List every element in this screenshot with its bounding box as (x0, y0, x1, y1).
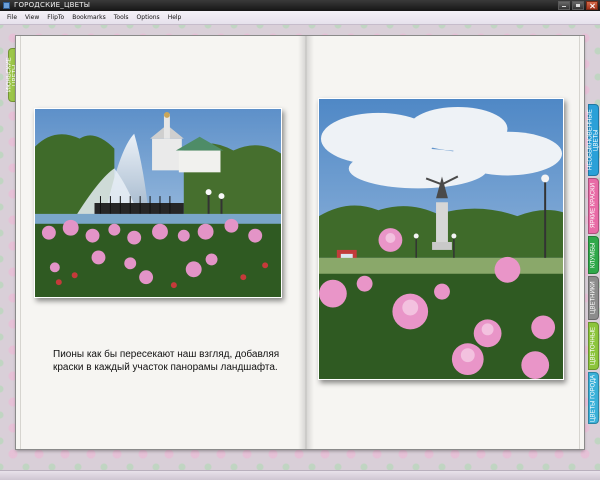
photo-peonies-image (319, 99, 563, 379)
tab-label: ЦВЕТНИКИ (590, 281, 597, 315)
window-title-bar: ГОРОДСКИЕ_ЦВЕТЫ (0, 0, 600, 11)
photo-peonies-monument (318, 98, 564, 380)
minimize-icon[interactable] (558, 1, 570, 10)
menu-help[interactable]: Help (167, 14, 183, 21)
page-caption: Пионы как бы пересекают наш взгляд, доба… (53, 349, 280, 373)
tab-city-flowers[interactable]: ЦВЕТЫ ГОРОДА (588, 372, 599, 424)
menu-bookmarks[interactable]: Bookmarks (71, 14, 107, 21)
status-strip (0, 470, 600, 480)
tab-flower-displays[interactable]: ЦВЕТОЧНЫЕ (588, 322, 599, 370)
tab-label: КЛУМБЫ (590, 242, 597, 268)
close-icon[interactable] (586, 1, 598, 10)
menu-flipto[interactable]: FlipTo (46, 14, 65, 21)
menu-bar: File View FlipTo Bookmarks Tools Options… (0, 11, 600, 25)
menu-tools[interactable]: Tools (113, 14, 130, 21)
app-icon (3, 2, 10, 9)
photo-fountain (34, 108, 282, 298)
tab-label: ЦВЕТОЧНЫЕ (590, 326, 597, 366)
tab-bright-colors[interactable]: ЯРКИЕ КРАСКИ (588, 178, 599, 234)
flipbook[interactable]: Пионы как бы пересекают наш взгляд, доба… (16, 36, 584, 479)
tab-label: ЯРКИЕ КРАСКИ (590, 183, 597, 229)
menu-options[interactable]: Options (136, 14, 161, 21)
tab-label: ЦВЕТЫ ГОРОДА (590, 374, 597, 422)
window-controls (558, 1, 598, 10)
maximize-icon[interactable] (572, 1, 584, 10)
tab-unusual-flowers[interactable]: НЕОБЫКНОВЕННЫЕ ЦВЕТЫ (587, 104, 600, 176)
window-title: ГОРОДСКИЕ_ЦВЕТЫ (14, 1, 91, 9)
menu-file[interactable]: File (6, 14, 18, 21)
photo-fountain-image (35, 109, 281, 297)
tab-gardens[interactable]: ЦВЕТНИКИ (588, 276, 599, 320)
right-page-edge[interactable] (579, 36, 584, 449)
tab-flowerbeds[interactable]: КЛУМБЫ (588, 236, 599, 274)
tab-label: НЕОБЫКНОВЕННЫЕ ЦВЕТЫ (587, 109, 600, 171)
menu-view[interactable]: View (24, 14, 40, 21)
left-page-edge[interactable] (16, 36, 21, 449)
